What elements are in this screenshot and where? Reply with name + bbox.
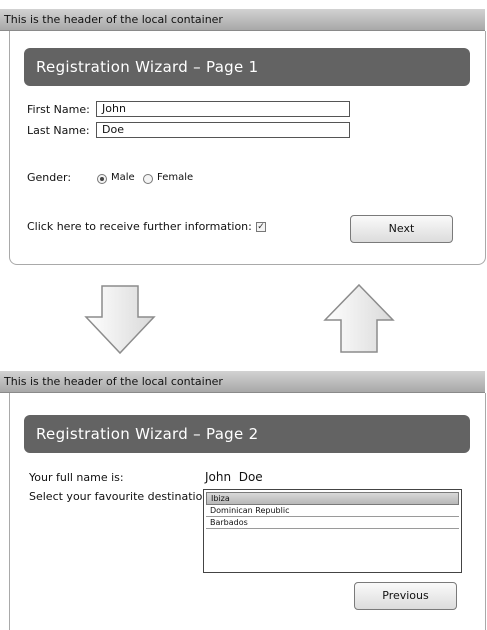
further-info-checkbox[interactable]: ✓ [256, 222, 266, 232]
last-name-field[interactable]: Doe [96, 122, 350, 138]
full-name-value: John Doe [205, 470, 263, 484]
wizard-title-page2: Registration Wizard – Page 2 [24, 415, 470, 453]
destination-label: Select your favourite destination: [29, 490, 213, 503]
further-info-label: Click here to receive further informatio… [27, 220, 252, 233]
next-button[interactable]: Next [350, 215, 453, 243]
destination-option-ibiza[interactable]: Ibiza [206, 492, 459, 505]
wizard-title-page1: Registration Wizard – Page 1 [24, 48, 470, 86]
arrow-down-icon [84, 285, 156, 355]
local-container-header-page2: This is the header of the local containe… [0, 371, 485, 393]
destination-listbox[interactable]: Ibiza Dominican Republic Barbados [203, 489, 462, 573]
first-name-label: First Name: [27, 103, 90, 116]
full-name-label: Your full name is: [29, 471, 124, 484]
destination-option-dominican-republic[interactable]: Dominican Republic [206, 505, 459, 517]
male-radio-label: Male [111, 172, 135, 183]
previous-button[interactable]: Previous [354, 582, 457, 610]
gender-label: Gender: [27, 171, 72, 184]
arrow-up-icon [323, 283, 395, 353]
male-radio[interactable] [97, 174, 107, 184]
wizard-page1-panel: Registration Wizard – Page 1 First Name:… [9, 31, 486, 265]
last-name-label: Last Name: [27, 124, 90, 137]
female-radio[interactable] [143, 174, 153, 184]
female-radio-label: Female [157, 172, 194, 183]
first-name-field[interactable]: John [96, 101, 350, 117]
wizard-page2-panel: Registration Wizard – Page 2 Your full n… [9, 393, 486, 630]
destination-option-barbados[interactable]: Barbados [206, 517, 459, 529]
local-container-header-page1: This is the header of the local containe… [0, 9, 485, 31]
